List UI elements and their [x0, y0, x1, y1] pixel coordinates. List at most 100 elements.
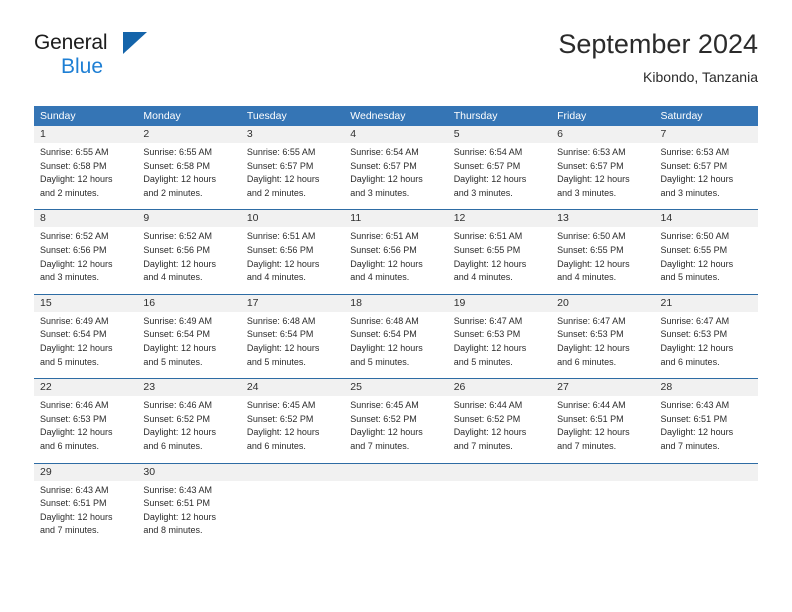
sunrise-text: Sunrise: 6:48 AM: [350, 315, 419, 326]
day-cell[interactable]: 2 Sunrise: 6:55 AM Sunset: 6:58 PM Dayli…: [137, 126, 241, 210]
day-cell[interactable]: 16 Sunrise: 6:49 AM Sunset: 6:54 PM Dayl…: [137, 293, 241, 379]
sunrise-text: Sunrise: 6:47 AM: [453, 315, 523, 326]
day-cell[interactable]: 13 Sunrise: 6:50 AM Sunset: 6:55 PM Dayl…: [551, 209, 655, 295]
day-cell[interactable]: 24 Sunrise: 6:45 AM Sunset: 6:52 PM Dayl…: [240, 378, 345, 463]
day-cell[interactable]: 22 Sunrise: 6:46 AM Sunset: 6:53 PM Dayl…: [34, 378, 138, 463]
week-row: 8 Sunrise: 6:52 AM Sunset: 6:56 PM Dayli…: [34, 209, 758, 295]
daylight-text-line1: Daylight: 12 hours: [350, 427, 423, 438]
day-details: Sunrise: 6:49 AM Sunset: 6:54 PM Dayligh…: [137, 312, 240, 378]
day-cell[interactable]: 1 Sunrise: 6:55 AM Sunset: 6:58 PM Dayli…: [34, 126, 138, 210]
daylight-text-line2: and 2 minutes.: [143, 187, 203, 198]
day-cell-empty: [654, 462, 758, 547]
day-number: 29: [34, 463, 138, 481]
day-cell[interactable]: 7 Sunrise: 6:53 AM Sunset: 6:57 PM Dayli…: [654, 126, 758, 210]
day-number: 30: [137, 463, 241, 481]
day-cell[interactable]: 28 Sunrise: 6:43 AM Sunset: 6:51 PM Dayl…: [654, 378, 758, 463]
day-cell[interactable]: 27 Sunrise: 6:44 AM Sunset: 6:51 PM Dayl…: [551, 378, 655, 463]
day-cell[interactable]: 5 Sunrise: 6:54 AM Sunset: 6:57 PM Dayli…: [447, 126, 552, 210]
sunset-text: Sunset: 6:52 PM: [453, 413, 521, 424]
general-blue-logo[interactable]: General Blue: [34, 30, 174, 82]
sunset-text: Sunset: 6:52 PM: [350, 413, 417, 424]
day-cell[interactable]: 21 Sunrise: 6:47 AM Sunset: 6:53 PM Dayl…: [654, 293, 758, 379]
day-cell[interactable]: 17 Sunrise: 6:48 AM Sunset: 6:54 PM Dayl…: [240, 293, 345, 379]
day-number: [240, 463, 345, 481]
daylight-text-line1: Daylight: 12 hours: [40, 511, 113, 522]
day-number: 20: [551, 294, 655, 312]
day-details: Sunrise: 6:47 AM Sunset: 6:53 PM Dayligh…: [551, 312, 654, 378]
day-cell[interactable]: 6 Sunrise: 6:53 AM Sunset: 6:57 PM Dayli…: [551, 126, 655, 210]
daylight-text-line1: Daylight: 12 hours: [453, 258, 527, 269]
daylight-text-line2: and 2 minutes.: [40, 187, 100, 198]
sunrise-text: Sunrise: 6:50 AM: [557, 231, 626, 242]
sunset-text: Sunset: 6:51 PM: [557, 413, 624, 424]
day-cell-empty: [551, 462, 655, 547]
daylight-text-line1: Daylight: 12 hours: [246, 427, 320, 438]
sunset-text: Sunset: 6:53 PM: [660, 329, 728, 340]
sunrise-text: Sunrise: 6:54 AM: [350, 147, 419, 157]
sunset-text: Sunset: 6:56 PM: [246, 244, 314, 255]
daylight-text-line2: and 3 minutes.: [557, 187, 617, 198]
daylight-text-line2: and 7 minutes.: [350, 440, 410, 451]
day-cell[interactable]: 11 Sunrise: 6:51 AM Sunset: 6:56 PM Dayl…: [344, 209, 448, 295]
day-number: 26: [447, 379, 552, 397]
day-details: [655, 481, 758, 539]
daylight-text-line1: Daylight: 12 hours: [143, 511, 216, 522]
day-cell[interactable]: 20 Sunrise: 6:47 AM Sunset: 6:53 PM Dayl…: [551, 293, 655, 379]
day-details: Sunrise: 6:48 AM Sunset: 6:54 PM Dayligh…: [344, 312, 447, 378]
day-number: 21: [654, 294, 758, 312]
daylight-text-line1: Daylight: 12 hours: [660, 174, 734, 185]
day-cell[interactable]: 29 Sunrise: 6:43 AM Sunset: 6:51 PM Dayl…: [34, 462, 138, 547]
daylight-text-line2: and 3 minutes.: [660, 187, 720, 198]
day-cell[interactable]: 30 Sunrise: 6:43 AM Sunset: 6:51 PM Dayl…: [137, 462, 241, 547]
day-details: Sunrise: 6:45 AM Sunset: 6:52 PM Dayligh…: [241, 396, 344, 462]
day-number: 18: [344, 294, 448, 312]
day-cell[interactable]: 4 Sunrise: 6:54 AM Sunset: 6:57 PM Dayli…: [344, 126, 448, 210]
day-number: [447, 463, 552, 481]
daylight-text-line2: and 7 minutes.: [40, 525, 100, 536]
daylight-text-line2: and 5 minutes.: [246, 356, 306, 367]
day-cell[interactable]: 9 Sunrise: 6:52 AM Sunset: 6:56 PM Dayli…: [137, 209, 241, 295]
column-header-thursday: Thursday: [447, 106, 552, 126]
day-cell[interactable]: 10 Sunrise: 6:51 AM Sunset: 6:56 PM Dayl…: [240, 209, 345, 295]
sunset-text: Sunset: 6:55 PM: [453, 244, 521, 255]
day-cell[interactable]: 12 Sunrise: 6:51 AM Sunset: 6:55 PM Dayl…: [447, 209, 552, 295]
day-details: Sunrise: 6:43 AM Sunset: 6:51 PM Dayligh…: [655, 396, 758, 462]
day-number: 25: [344, 379, 448, 397]
day-details: Sunrise: 6:54 AM Sunset: 6:57 PM Dayligh…: [448, 143, 551, 209]
day-cell[interactable]: 19 Sunrise: 6:47 AM Sunset: 6:53 PM Dayl…: [447, 293, 552, 379]
day-details: Sunrise: 6:43 AM Sunset: 6:51 PM Dayligh…: [34, 481, 137, 547]
day-details: Sunrise: 6:54 AM Sunset: 6:57 PM Dayligh…: [344, 143, 447, 209]
daylight-text-line2: and 4 minutes.: [453, 272, 513, 283]
daylight-text-line1: Daylight: 12 hours: [40, 174, 113, 185]
day-number: 5: [447, 126, 552, 143]
day-cell[interactable]: 8 Sunrise: 6:52 AM Sunset: 6:56 PM Dayli…: [34, 209, 138, 295]
daylight-text-line1: Daylight: 12 hours: [40, 427, 113, 438]
calendar-page: General Blue September 2024 Kibondo, Tan…: [0, 0, 792, 612]
day-cell[interactable]: 14 Sunrise: 6:50 AM Sunset: 6:55 PM Dayl…: [654, 209, 758, 295]
daylight-text-line2: and 5 minutes.: [350, 356, 410, 367]
day-cell[interactable]: 15 Sunrise: 6:49 AM Sunset: 6:54 PM Dayl…: [34, 293, 138, 379]
daylight-text-line1: Daylight: 12 hours: [557, 427, 630, 438]
day-number: 16: [137, 294, 241, 312]
day-details: Sunrise: 6:51 AM Sunset: 6:56 PM Dayligh…: [344, 227, 447, 293]
sunset-text: Sunset: 6:57 PM: [350, 160, 417, 171]
daylight-text-line1: Daylight: 12 hours: [143, 174, 216, 185]
daylight-text-line2: and 5 minutes.: [143, 356, 203, 367]
sunrise-text: Sunrise: 6:49 AM: [143, 315, 212, 326]
day-details: Sunrise: 6:44 AM Sunset: 6:52 PM Dayligh…: [448, 396, 551, 462]
logo-text-general: General: [34, 31, 108, 54]
day-cell[interactable]: 18 Sunrise: 6:48 AM Sunset: 6:54 PM Dayl…: [344, 293, 448, 379]
sunrise-text: Sunrise: 6:50 AM: [660, 231, 730, 242]
daylight-text-line2: and 6 minutes.: [40, 440, 100, 451]
day-cell[interactable]: 26 Sunrise: 6:44 AM Sunset: 6:52 PM Dayl…: [447, 378, 552, 463]
calendar-header-row: Sunday Monday Tuesday Wednesday Thursday…: [34, 106, 758, 126]
day-cell[interactable]: 23 Sunrise: 6:46 AM Sunset: 6:52 PM Dayl…: [137, 378, 241, 463]
sunset-text: Sunset: 6:58 PM: [40, 160, 107, 171]
day-cell[interactable]: 3 Sunrise: 6:55 AM Sunset: 6:57 PM Dayli…: [240, 126, 345, 210]
sunset-text: Sunset: 6:56 PM: [40, 244, 107, 255]
sunset-text: Sunset: 6:54 PM: [350, 329, 417, 340]
sunset-text: Sunset: 6:57 PM: [660, 160, 728, 171]
day-cell[interactable]: 25 Sunrise: 6:45 AM Sunset: 6:52 PM Dayl…: [344, 378, 448, 463]
sunrise-text: Sunrise: 6:43 AM: [40, 484, 109, 495]
day-details: Sunrise: 6:44 AM Sunset: 6:51 PM Dayligh…: [551, 396, 654, 462]
